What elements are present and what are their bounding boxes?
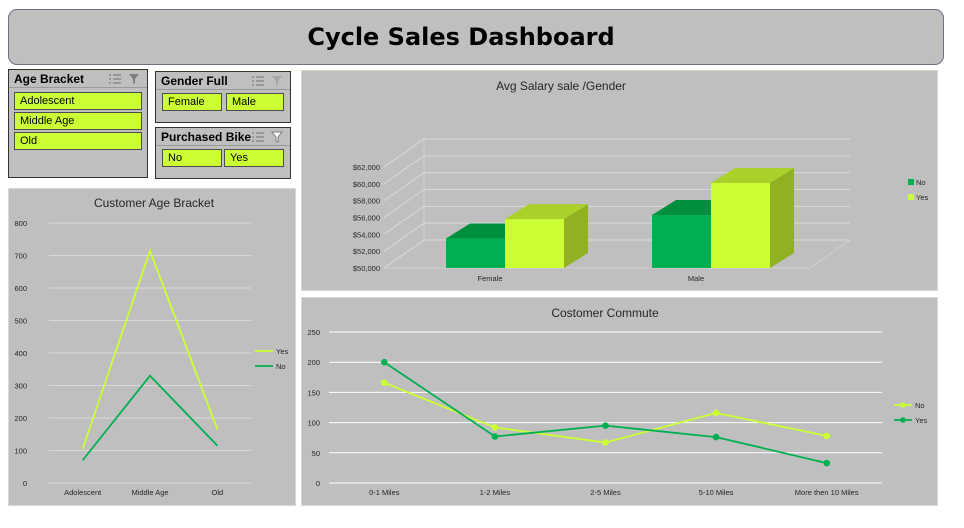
x-tick-label: More then 10 Miles — [795, 488, 859, 497]
x-tick-label: 5-10 Miles — [699, 488, 734, 497]
marker-yes — [823, 459, 831, 467]
gender-slicer: Gender Full Female Male — [155, 71, 291, 123]
y-tick-label: $52,000 — [353, 247, 380, 256]
series-line-yes — [81, 247, 219, 450]
bar-side-yes — [770, 167, 794, 268]
dashboard-title-bar: Cycle Sales Dashboard — [8, 9, 944, 65]
commute-line-chart: Costomer Commute 0 50 100 150 200 250 0-1 Miles… — [307, 306, 927, 497]
marker-no — [381, 379, 388, 387]
legend-label-yes: Yes — [916, 193, 928, 202]
gridline — [383, 138, 850, 168]
chart-title: Costomer Commute — [551, 306, 659, 320]
purchased-slicer-title: Purchased Bike — [161, 129, 252, 144]
gender-slicer-title: Gender Full — [161, 73, 228, 88]
legend-swatch-yes — [908, 194, 914, 200]
x-tick-label: 0-1 Miles — [369, 488, 400, 497]
series-line-yes — [383, 361, 827, 464]
age-slicer-item-old[interactable]: Old — [14, 132, 142, 150]
marker-yes — [712, 433, 720, 441]
y-tick-label: $56,000 — [353, 214, 380, 223]
age-bracket-line-chart: Customer Age Bracket 0 100 200 300 400 500 600 7… — [14, 196, 288, 497]
y-tick-label: 100 — [307, 419, 320, 428]
x-tick-label: Middle Age — [131, 488, 168, 497]
age-bracket-slicer: Age Bracket Adolescent Middle Age Old — [8, 69, 148, 178]
y-tick-label: 50 — [312, 449, 320, 458]
y-tick-label: 100 — [14, 447, 27, 456]
multi-select-icon[interactable] — [251, 75, 265, 87]
legend-label-yes: Yes — [276, 347, 288, 356]
marker-yes — [491, 433, 499, 440]
y-tick-label: 150 — [307, 388, 320, 397]
age-slicer-header: Age Bracket — [9, 70, 147, 88]
age-slicer-item-adolescent[interactable]: Adolescent — [14, 92, 142, 110]
floor-right-edge — [809, 239, 851, 269]
y-tick-label: $60,000 — [353, 180, 380, 189]
legend-label-yes: Yes — [915, 416, 927, 425]
purchased-slicer-item-yes[interactable]: Yes — [224, 149, 284, 167]
age-slicer-title: Age Bracket — [14, 71, 85, 86]
y-tick-label: 400 — [14, 349, 27, 358]
legend-marker-no — [900, 402, 906, 408]
marker-no — [823, 432, 831, 440]
y-tick-label: 250 — [307, 328, 320, 337]
y-tick-label: 0 — [316, 479, 320, 488]
x-tick-label: 2-5 Miles — [590, 488, 621, 497]
y-tick-label: 200 — [307, 358, 320, 367]
age-slicer-item-middle-age[interactable]: Middle Age — [14, 112, 142, 130]
legend-label-no: No — [916, 178, 926, 187]
marker-no — [602, 439, 609, 446]
y-tick-label: 700 — [14, 252, 27, 261]
y-tick-label: $50,000 — [353, 264, 380, 273]
commute-chart-panel: Costomer Commute 0 50 100 150 200 250 0-1 Miles… — [301, 297, 938, 506]
y-tick-label: 200 — [14, 414, 27, 423]
marker-yes — [381, 358, 388, 366]
gender-slicer-item-female[interactable]: Female — [162, 93, 222, 111]
marker-yes — [602, 422, 609, 429]
bar-yes-female — [505, 219, 564, 268]
bar-no-male — [652, 214, 711, 268]
age-bracket-chart-panel: Customer Age Bracket 0 100 200 300 400 500 600 7… — [8, 188, 296, 506]
purchased-slicer-item-no[interactable]: No — [162, 149, 222, 167]
y-tick-label: $54,000 — [353, 230, 380, 239]
marker-no — [491, 424, 499, 431]
marker-no — [712, 409, 720, 417]
y-tick-label: 600 — [14, 284, 27, 293]
x-tick-label: Male — [688, 274, 704, 283]
chart-title: Customer Age Bracket — [94, 196, 215, 210]
y-tick-label: 500 — [14, 317, 27, 326]
y-tick-label: $58,000 — [353, 197, 380, 206]
bar-no-female — [446, 238, 505, 268]
legend-label-no: No — [915, 401, 925, 410]
page-title: Cycle Sales Dashboard — [307, 23, 615, 51]
clear-filter-icon[interactable] — [271, 131, 285, 143]
bar-yes-male — [711, 182, 770, 268]
x-tick-label: 1-2 Miles — [480, 488, 511, 497]
clear-filter-icon[interactable] — [128, 73, 142, 85]
y-tick-label: $62,000 — [353, 163, 380, 172]
avg-salary-chart-panel: Avg Salary sale /Gender $50,000 $52,000 $54… — [301, 70, 938, 291]
legend-swatch-no — [908, 179, 914, 185]
chart-title: Avg Salary sale /Gender — [496, 79, 626, 93]
purchased-bike-slicer: Purchased Bike No Yes — [155, 127, 291, 179]
multi-select-icon[interactable] — [251, 131, 265, 143]
y-tick-label: 0 — [23, 479, 27, 488]
x-tick-label: Female — [477, 274, 502, 283]
legend-label-no: No — [276, 362, 286, 371]
legend-marker-yes — [900, 417, 906, 423]
multi-select-icon[interactable] — [108, 73, 122, 85]
series-line-no — [383, 381, 827, 444]
y-tick-label: 800 — [14, 219, 27, 228]
y-tick-label: 300 — [14, 382, 27, 391]
avg-salary-bar-chart: Avg Salary sale /Gender $50,000 $52,000 $54… — [353, 79, 929, 283]
x-tick-label: Old — [211, 488, 223, 497]
gender-slicer-header: Gender Full — [156, 72, 290, 90]
clear-filter-icon[interactable] — [271, 75, 285, 87]
gender-slicer-item-male[interactable]: Male — [226, 93, 284, 111]
x-tick-label: Adolescent — [64, 488, 102, 497]
purchased-slicer-header: Purchased Bike — [156, 128, 290, 146]
